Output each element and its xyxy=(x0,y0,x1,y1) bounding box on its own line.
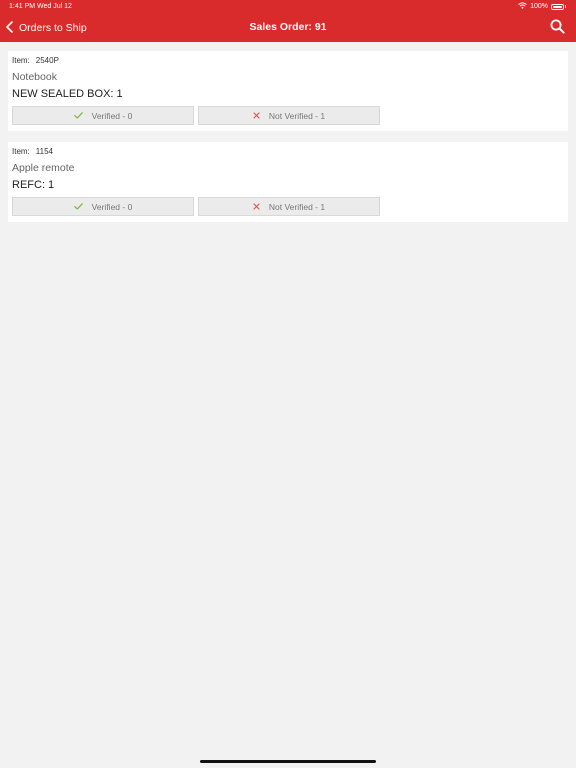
item-code: 2540P xyxy=(35,56,59,65)
screen: 1:41 PM Wed Jul 12 100% Orders to Ship S… xyxy=(0,0,576,768)
navigation-bar: 1:41 PM Wed Jul 12 100% Orders to Ship S… xyxy=(0,0,576,42)
item-name: Apple remote xyxy=(12,162,75,174)
checkmark-icon xyxy=(73,202,92,212)
search-button[interactable] xyxy=(550,19,566,35)
not-verified-button[interactable]: Not Verified - 1 xyxy=(198,106,380,125)
back-button-label: Orders to Ship xyxy=(19,22,87,34)
battery-icon xyxy=(551,3,564,10)
battery-tip xyxy=(565,5,566,8)
status-bar: 1:41 PM Wed Jul 12 100% xyxy=(0,0,576,14)
item-code-row: Item: 2540P xyxy=(12,56,59,65)
item-card: Item: 2540P Notebook NEW SEALED BOX: 1 Ve… xyxy=(8,51,568,131)
verified-count-label: Verified - 0 xyxy=(91,110,133,121)
item-name: Notebook xyxy=(12,71,57,83)
item-code-label: Item: xyxy=(12,56,30,65)
home-indicator[interactable] xyxy=(200,760,376,763)
cross-icon xyxy=(253,111,269,121)
item-card: Item: 1154 Apple remote REFC: 1 Verified … xyxy=(8,142,568,222)
battery-percent: 100% xyxy=(530,3,548,10)
item-quantity: REFC: 1 xyxy=(12,179,55,191)
item-quantity: NEW SEALED BOX: 1 xyxy=(12,88,123,100)
not-verified-count-label: Not Verified - 1 xyxy=(268,201,326,212)
chevron-left-icon xyxy=(6,20,19,36)
verified-button[interactable]: Verified - 0 xyxy=(12,106,194,125)
search-icon xyxy=(550,19,565,38)
item-code-label: Item: xyxy=(12,147,30,156)
cross-icon xyxy=(253,202,269,212)
not-verified-button[interactable]: Not Verified - 1 xyxy=(198,197,380,216)
back-button[interactable]: Orders to Ship xyxy=(6,20,87,36)
verified-button[interactable]: Verified - 0 xyxy=(12,197,194,216)
status-indicators: 100% xyxy=(518,2,566,11)
item-code: 1154 xyxy=(35,147,53,156)
verified-count-label: Verified - 0 xyxy=(91,201,133,212)
not-verified-count-label: Not Verified - 1 xyxy=(268,110,326,121)
wifi-icon xyxy=(518,2,527,11)
status-time-date: 1:41 PM Wed Jul 12 xyxy=(9,3,72,10)
item-code-row: Item: 1154 xyxy=(12,147,53,156)
checkmark-icon xyxy=(73,111,92,121)
